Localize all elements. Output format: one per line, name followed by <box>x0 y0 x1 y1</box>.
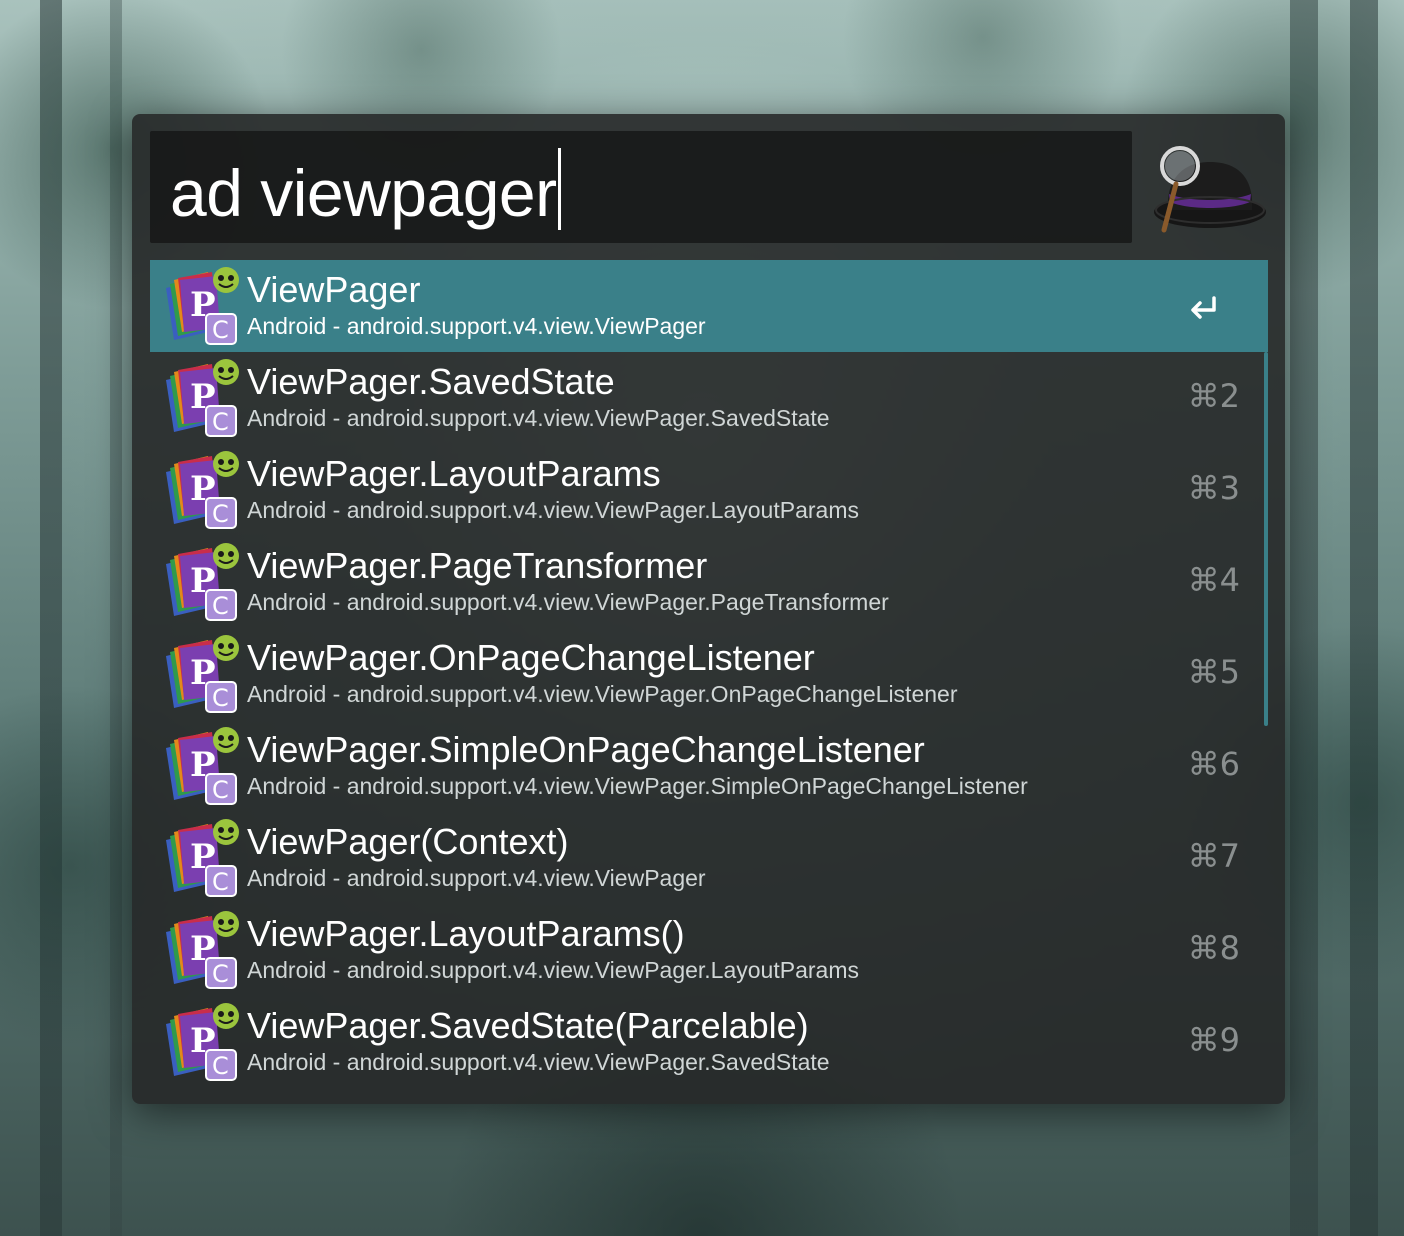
svg-text:C: C <box>212 776 229 804</box>
result-row[interactable]: P C ViewPager(Context) Android - android.… <box>150 812 1268 904</box>
result-subtitle: Android - android.support.v4.view.ViewPa… <box>247 497 859 523</box>
svg-text:C: C <box>212 960 229 988</box>
result-subtitle: Android - android.support.v4.view.ViewPa… <box>247 1049 830 1075</box>
dash-docset-class-icon: P C <box>160 910 240 990</box>
result-shortcut: ⌘5 <box>1187 653 1240 691</box>
svg-text:C: C <box>212 316 229 344</box>
dash-docset-class-icon: P C <box>160 1002 240 1082</box>
result-shortcut: ⌘2 <box>1187 377 1240 415</box>
dash-docset-class-icon: P C <box>160 634 240 714</box>
result-title: ViewPager.SavedState <box>247 361 615 402</box>
svg-text:C: C <box>212 592 229 620</box>
result-title: ViewPager.OnPageChangeListener <box>247 637 815 678</box>
result-title: ViewPager.SavedState(Parcelable) <box>247 1005 809 1046</box>
result-row[interactable]: P C ViewPager.SavedState Android - androi… <box>150 352 1268 444</box>
result-title: ViewPager.SimpleOnPageChangeListener <box>247 729 925 770</box>
result-subtitle: Android - android.support.v4.view.ViewPa… <box>247 681 958 707</box>
result-row[interactable]: P C ViewPager Android - android.support.v… <box>150 260 1268 352</box>
result-shortcut: ⌘8 <box>1187 929 1240 967</box>
dash-docset-class-icon: P C <box>160 726 240 806</box>
result-subtitle: Android - android.support.v4.view.ViewPa… <box>247 957 859 983</box>
result-subtitle: Android - android.support.v4.view.ViewPa… <box>247 405 830 431</box>
result-subtitle: Android - android.support.v4.view.ViewPa… <box>247 865 706 891</box>
dash-docset-class-icon: P C <box>160 450 240 530</box>
result-shortcut: ⌘4 <box>1187 561 1240 599</box>
result-row[interactable]: P C ViewPager.SavedState(Parcelable) Andr… <box>150 996 1268 1088</box>
result-title: ViewPager.PageTransformer <box>247 545 708 586</box>
return-key-icon <box>1191 296 1216 319</box>
result-row[interactable]: P C ViewPager.SimpleOnPageChangeListener… <box>150 720 1268 812</box>
result-shortcut: ⌘6 <box>1187 745 1240 783</box>
result-subtitle: Android - android.support.v4.view.ViewPa… <box>247 313 706 339</box>
results-list: P C ViewPager Android - android.support.v… <box>150 260 1268 1090</box>
dash-docset-class-icon: P C <box>160 818 240 898</box>
search-query-text: ad viewpager <box>170 156 557 230</box>
result-title: ViewPager(Context) <box>247 821 569 862</box>
result-shortcut: ⌘7 <box>1187 837 1240 875</box>
result-row[interactable]: P C ViewPager.PageTransformer Android - a… <box>150 536 1268 628</box>
svg-text:C: C <box>212 500 229 528</box>
search-field[interactable]: ad viewpager <box>150 131 1132 243</box>
result-title: ViewPager.LayoutParams() <box>247 913 685 954</box>
result-subtitle: Android - android.support.v4.view.ViewPa… <box>247 773 1028 799</box>
svg-text:C: C <box>212 1052 229 1080</box>
result-row[interactable]: P C ViewPager.OnPageChangeListener Androi… <box>150 628 1268 720</box>
result-shortcut: ⌘3 <box>1187 469 1240 507</box>
launcher-window: ad viewpager P C ViewPager Android - andr… <box>132 114 1285 1104</box>
result-title: ViewPager <box>247 269 421 310</box>
svg-text:C: C <box>212 408 229 436</box>
svg-text:C: C <box>212 868 229 896</box>
svg-text:C: C <box>212 684 229 712</box>
dash-docset-class-icon: P C <box>160 358 240 438</box>
search-query[interactable]: ad viewpager <box>170 148 561 233</box>
result-title: ViewPager.LayoutParams <box>247 453 661 494</box>
text-caret <box>557 148 561 230</box>
dash-docset-class-icon: P C <box>160 542 240 622</box>
alfred-hat-logo-icon <box>1154 146 1266 233</box>
result-row[interactable]: P C ViewPager.LayoutParams() Android - an… <box>150 904 1268 996</box>
dash-docset-class-icon: P C <box>160 266 240 346</box>
result-subtitle: Android - android.support.v4.view.ViewPa… <box>247 589 889 615</box>
scrollbar[interactable] <box>1264 352 1268 726</box>
result-row[interactable]: P C ViewPager.LayoutParams Android - andr… <box>150 444 1268 536</box>
result-shortcut: ⌘9 <box>1187 1021 1240 1059</box>
